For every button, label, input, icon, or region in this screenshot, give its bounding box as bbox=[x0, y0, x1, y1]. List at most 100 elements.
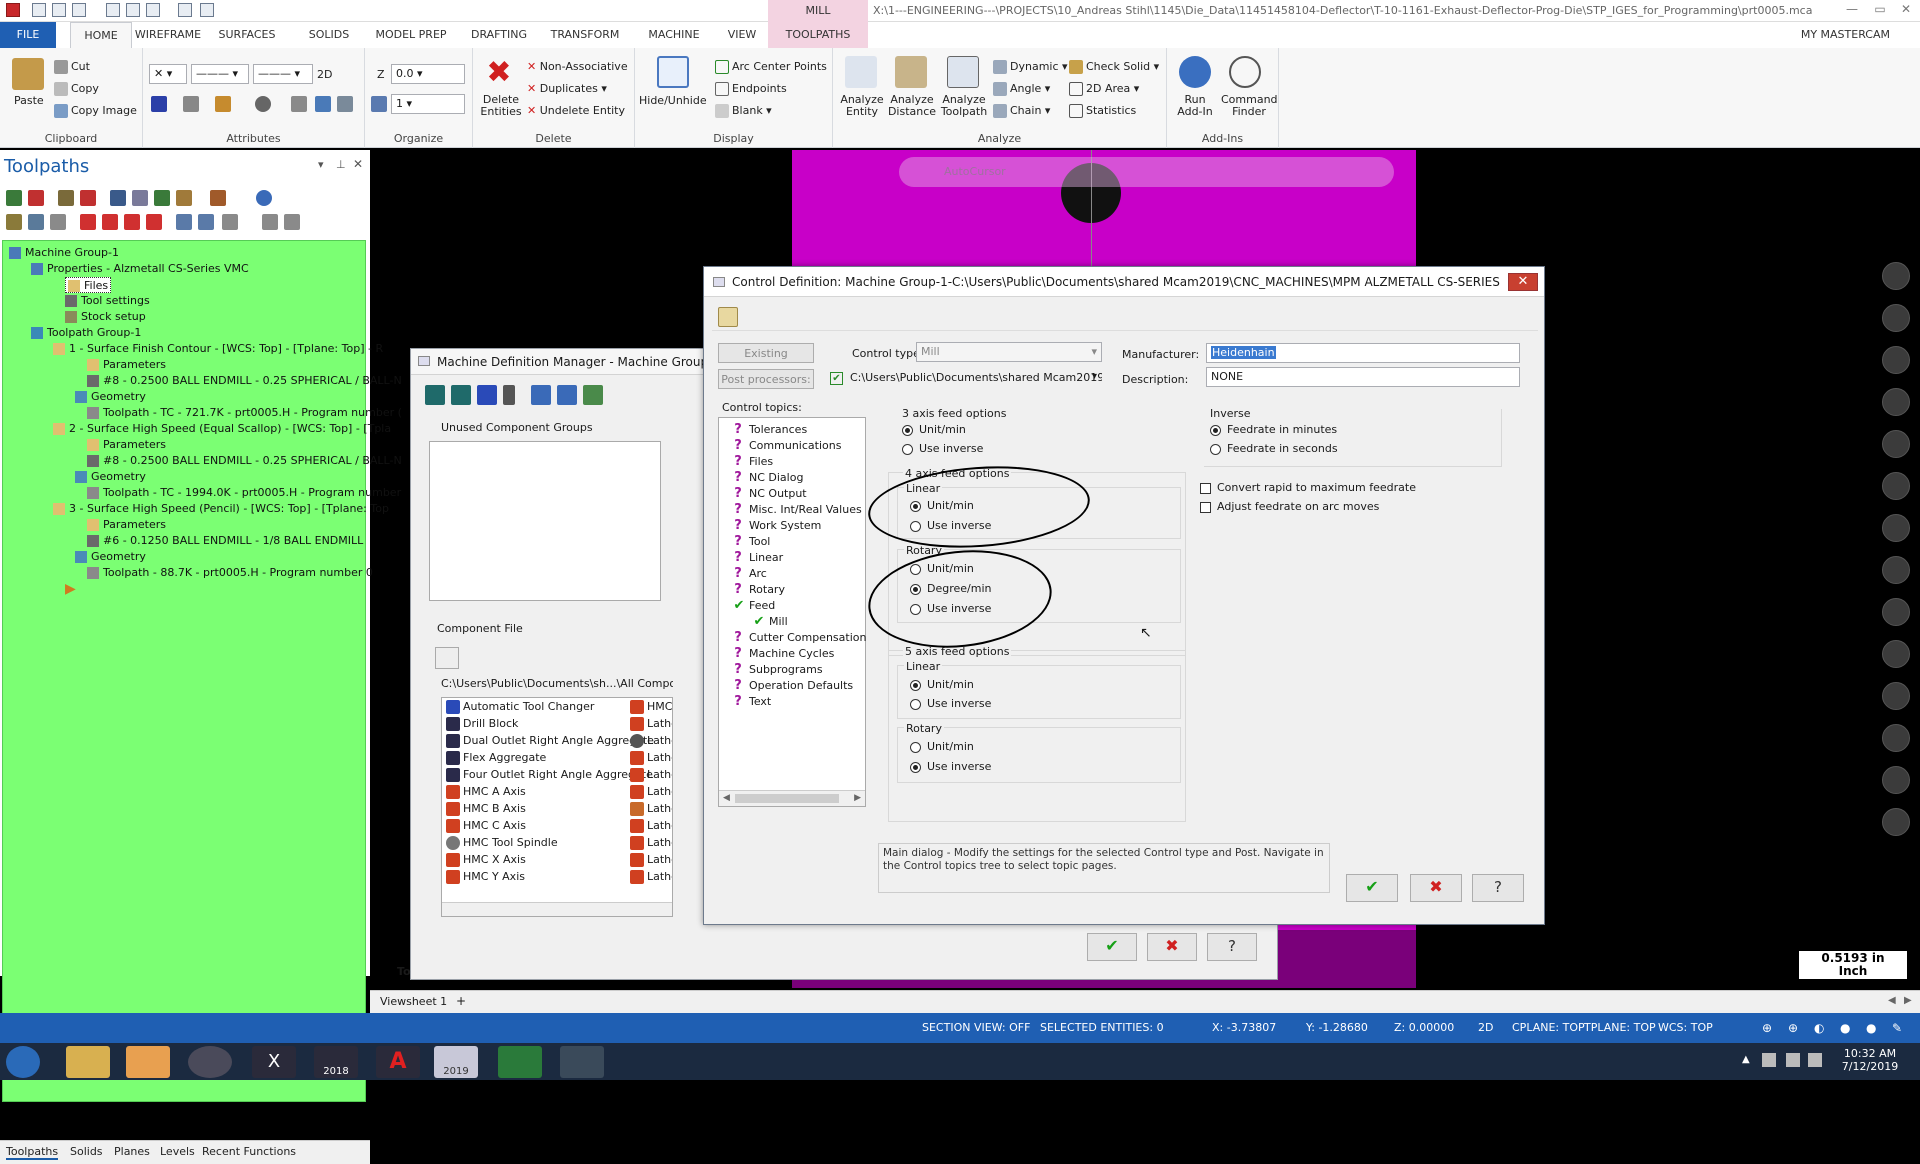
post-path-select[interactable]: C:\Users\Public\Documents\shared Mcam201… bbox=[846, 369, 1102, 389]
attributes-tool-icon[interactable] bbox=[291, 96, 307, 112]
no-entry-icon[interactable] bbox=[1882, 808, 1910, 836]
select-all-icon[interactable] bbox=[6, 190, 22, 206]
shaded-view-icon[interactable] bbox=[1882, 640, 1910, 668]
feed3-use-inverse-radio[interactable]: Use inverse bbox=[902, 442, 983, 455]
list-item[interactable]: Drill Block bbox=[446, 717, 518, 731]
feed3-unit-min-radio[interactable]: Unit/min bbox=[902, 423, 966, 436]
close-panel-icon[interactable]: ✕ bbox=[353, 157, 363, 171]
list-item[interactable]: Lathe Le bbox=[630, 751, 672, 765]
list-item[interactable]: HMC B Axis bbox=[446, 802, 526, 816]
statistics-button[interactable]: Statistics bbox=[1069, 104, 1136, 118]
save-icon[interactable] bbox=[126, 3, 140, 17]
topic-linear[interactable]: ? Linear bbox=[733, 550, 783, 565]
topic-files[interactable]: ? Files bbox=[733, 454, 773, 469]
post-processors-button[interactable]: Post processors: bbox=[718, 369, 814, 389]
list-item[interactable]: Lathe Le bbox=[630, 768, 672, 782]
solid-color-icon[interactable] bbox=[215, 96, 231, 112]
remote-icon[interactable] bbox=[560, 1046, 604, 1078]
panel-menu-icon[interactable]: ▾ bbox=[318, 158, 324, 171]
topic-rotary[interactable]: ? Rotary bbox=[733, 582, 785, 597]
save-as-machine-icon[interactable] bbox=[557, 385, 577, 405]
point-style-select[interactable]: ✕ ▾ bbox=[149, 64, 187, 84]
tree-item-tool-settings[interactable]: Tool settings bbox=[65, 293, 150, 309]
list-item[interactable]: HMC C Axis bbox=[446, 819, 526, 833]
monitor-icon[interactable] bbox=[1786, 1053, 1800, 1067]
list-item[interactable]: Lathe Ri bbox=[630, 870, 672, 884]
tree-item-tool[interactable]: #8 - 0.2500 BALL ENDMILL - 0.25 SPHERICA… bbox=[87, 373, 402, 389]
list-item[interactable]: HMC Z A bbox=[630, 700, 672, 714]
tree-item-op-1[interactable]: 1 - Surface Finish Contour - [WCS: Top] … bbox=[53, 341, 383, 357]
horizontal-scrollbar[interactable] bbox=[442, 902, 672, 916]
analyze-entity-icon[interactable] bbox=[845, 56, 877, 88]
unused-groups-list[interactable] bbox=[429, 441, 661, 601]
open-machine-icon[interactable] bbox=[451, 385, 471, 405]
open-file-icon[interactable] bbox=[52, 3, 66, 17]
tree-item-geometry[interactable]: Geometry bbox=[75, 389, 146, 405]
move-down-icon[interactable] bbox=[80, 214, 96, 230]
outlook-icon[interactable] bbox=[126, 1046, 170, 1078]
tree-item-tool[interactable]: #6 - 0.1250 BALL ENDMILL - 1/8 BALL ENDM… bbox=[87, 533, 363, 549]
z-depth-input[interactable]: 0.0 ▾ bbox=[391, 64, 465, 84]
area-2d-button[interactable]: 2D Area ▾ bbox=[1069, 82, 1139, 96]
tree-item-geometry[interactable]: Geometry bbox=[75, 549, 146, 565]
topic-nc-output[interactable]: ? NC Output bbox=[733, 486, 806, 501]
wcs-status[interactable]: WCS: TOP bbox=[1658, 1021, 1713, 1034]
topic-feed[interactable]: ✔ Feed bbox=[733, 598, 776, 613]
toggle-display-icon[interactable] bbox=[28, 214, 44, 230]
mode-2d-label[interactable]: 2D bbox=[317, 68, 332, 81]
move-up-icon[interactable] bbox=[102, 214, 118, 230]
topic-subprograms[interactable]: ? Subprograms bbox=[733, 662, 822, 677]
tree-item-op-3[interactable]: 3 - Surface High Speed (Pencil) - [WCS: … bbox=[53, 501, 389, 517]
app-x-icon[interactable]: X bbox=[252, 1046, 296, 1078]
display-options-icon[interactable] bbox=[222, 214, 238, 230]
set-all-icon[interactable] bbox=[315, 96, 331, 112]
my-mastercam[interactable]: MY MASTERCAM bbox=[1801, 22, 1890, 48]
mdm-help-button[interactable]: ? bbox=[1207, 933, 1257, 961]
adjust-arc-feed-checkbox[interactable]: Adjust feedrate on arc moves bbox=[1200, 500, 1379, 513]
surface-color-icon[interactable] bbox=[183, 96, 199, 112]
topic-misc-values[interactable]: ? Misc. Int/Real Values bbox=[733, 502, 861, 517]
iso-view-icon[interactable] bbox=[1882, 430, 1910, 458]
minimize-button[interactable]: — bbox=[1838, 2, 1866, 18]
axis-combination-icon[interactable] bbox=[583, 385, 603, 405]
single-op-icon[interactable] bbox=[176, 214, 192, 230]
wireframe-color-icon[interactable] bbox=[151, 96, 167, 112]
tab-wireframe[interactable]: WIREFRAME bbox=[132, 22, 204, 48]
line-width-select[interactable]: ——— ▾ bbox=[253, 64, 313, 84]
paste-button[interactable]: Paste bbox=[14, 94, 44, 107]
list-item[interactable]: Lathe Lo bbox=[630, 819, 672, 833]
help-icon[interactable] bbox=[256, 190, 272, 206]
run-addin-button[interactable]: Run Add-In bbox=[1173, 94, 1217, 118]
front-view-icon[interactable] bbox=[1882, 514, 1910, 542]
toggle-posting-icon[interactable] bbox=[50, 214, 66, 230]
list-item[interactable]: Lathe Lo bbox=[630, 836, 672, 850]
shade-icon[interactable]: ● bbox=[1840, 1021, 1850, 1035]
scroll-icon[interactable] bbox=[146, 214, 162, 230]
mastercam-2018-icon[interactable]: 2018 bbox=[314, 1046, 358, 1078]
tree-item-geometry[interactable]: Geometry bbox=[75, 469, 146, 485]
tree-item-tool[interactable]: #8 - 0.2500 BALL ENDMILL - 0.25 SPHERICA… bbox=[87, 453, 402, 469]
component-list[interactable]: Automatic Tool Changer Drill Block Dual … bbox=[441, 697, 673, 917]
insert-arrow-icon[interactable] bbox=[124, 214, 140, 230]
copy-image-button[interactable]: Copy Image bbox=[54, 104, 137, 118]
tab-home[interactable]: HOME bbox=[70, 22, 132, 48]
view-icon[interactable]: ◐ bbox=[1814, 1021, 1824, 1035]
tray-arrow-icon[interactable]: ▲ bbox=[1742, 1054, 1750, 1065]
open-folder-icon[interactable] bbox=[72, 3, 86, 17]
copy-button[interactable]: Copy bbox=[54, 82, 99, 96]
feedrate-minutes-radio[interactable]: Feedrate in minutes bbox=[1210, 423, 1337, 436]
topic-tool[interactable]: ? Tool bbox=[733, 534, 770, 549]
topic-arc[interactable]: ? Arc bbox=[733, 566, 767, 581]
layers-icon[interactable] bbox=[1882, 682, 1910, 710]
tab-planes-manager[interactable]: Planes bbox=[114, 1145, 150, 1158]
tree-item-toolpath[interactable]: Toolpath - TC - 1994.0K - prt0005.H - Pr… bbox=[87, 485, 401, 501]
list-item[interactable]: Lathe Le bbox=[630, 785, 672, 799]
undo-icon[interactable] bbox=[178, 3, 192, 17]
command-finder-button[interactable]: Command Finder bbox=[1221, 94, 1278, 118]
fit-icon[interactable] bbox=[1882, 346, 1910, 374]
print-icon[interactable] bbox=[106, 3, 120, 17]
dynamic-button[interactable]: Dynamic ▾ bbox=[993, 60, 1068, 74]
zoom-out-icon[interactable] bbox=[1882, 304, 1910, 332]
lock-icon[interactable] bbox=[6, 214, 22, 230]
command-finder-icon[interactable] bbox=[1229, 56, 1261, 88]
